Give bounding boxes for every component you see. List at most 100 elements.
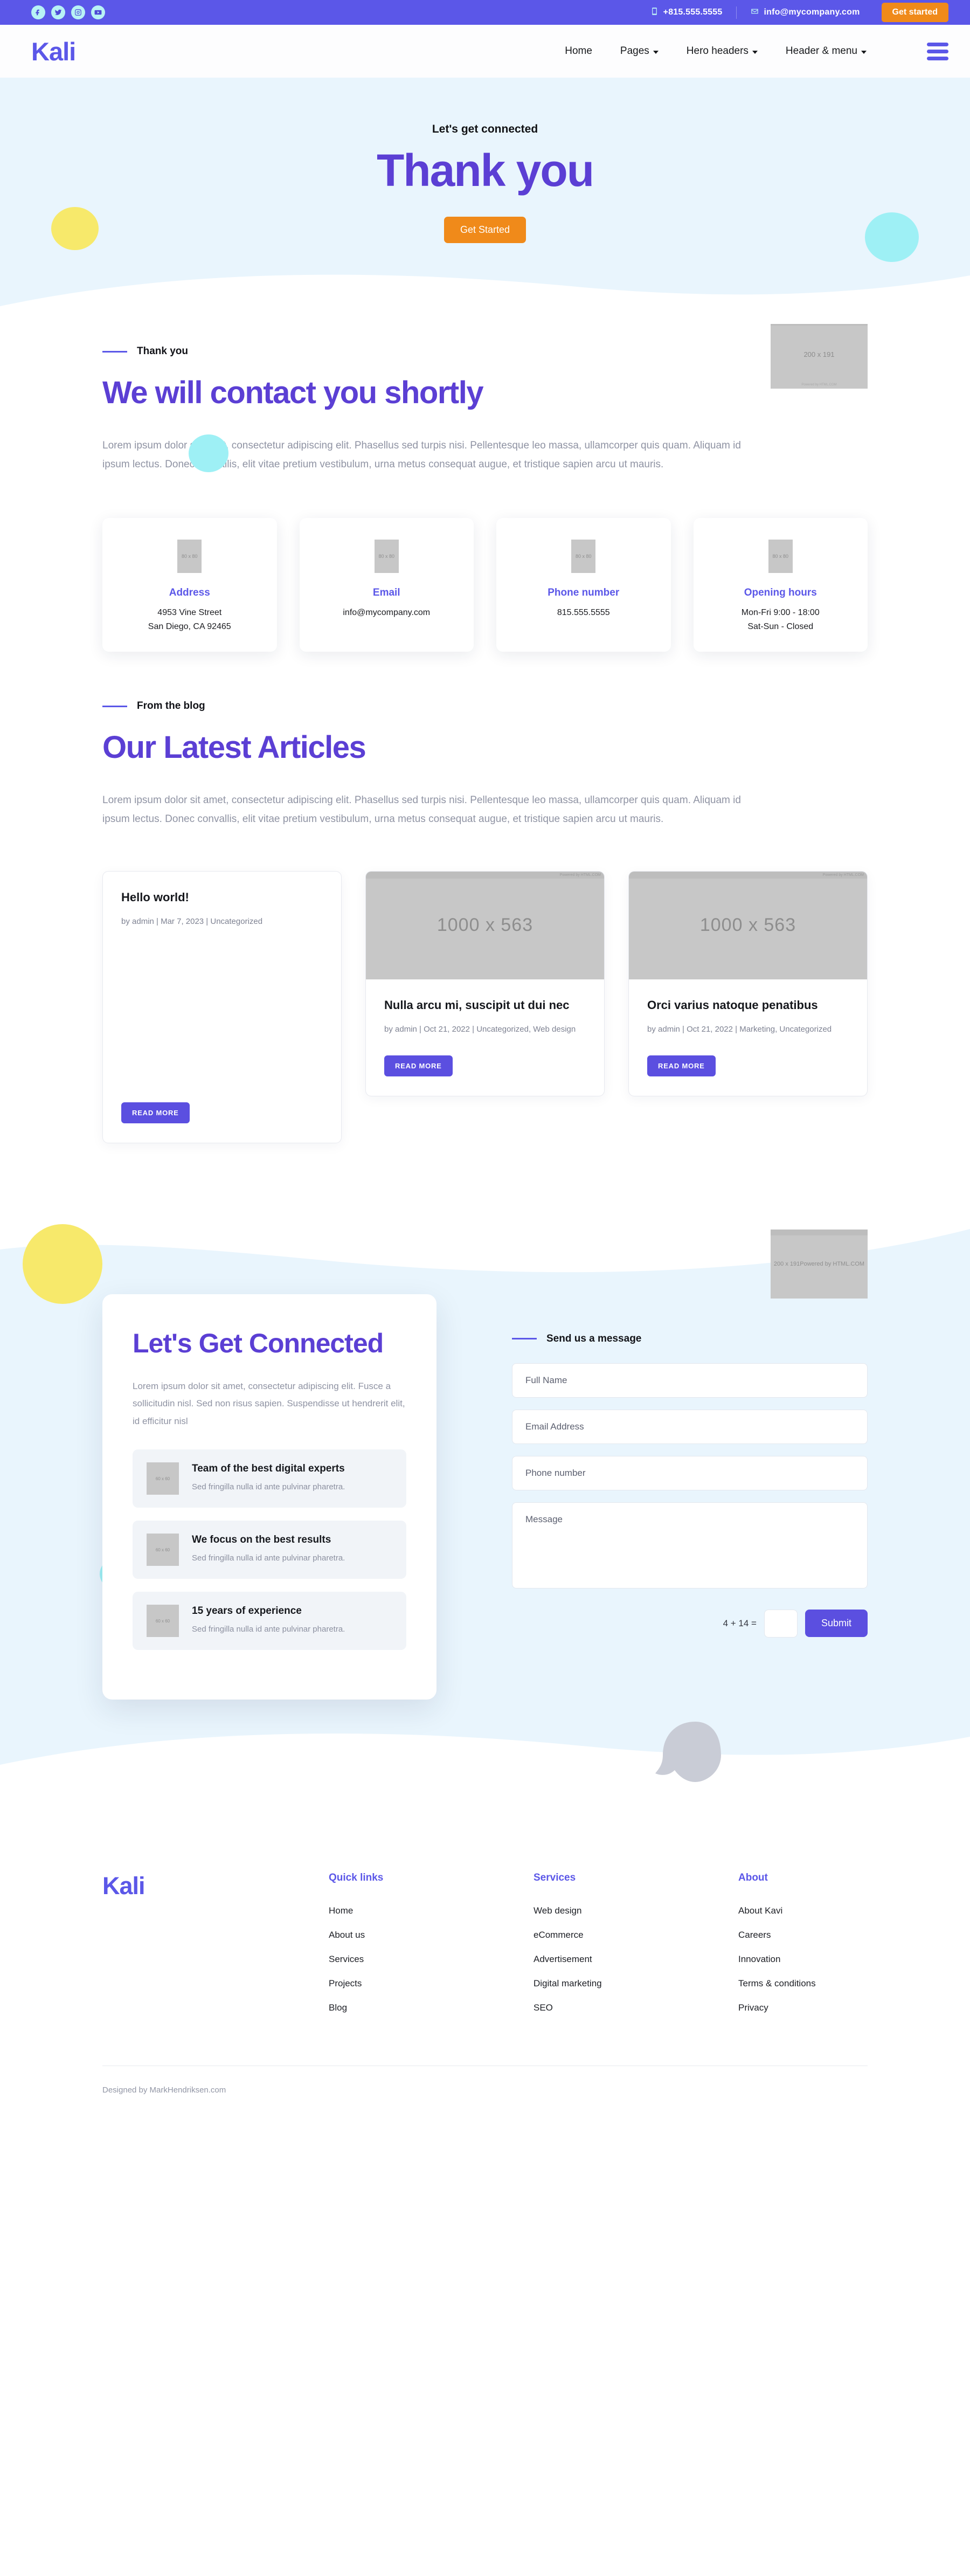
placeholder-dimensions: 200 x 191: [773, 1260, 800, 1267]
hero-kicker: Let's get connected: [432, 123, 538, 135]
read-more-button[interactable]: READ MORE: [384, 1055, 453, 1076]
footer-link[interactable]: eCommerce: [534, 1930, 738, 1940]
blog-card[interactable]: Hello world! by admin | Mar 7, 2023 | Un…: [102, 871, 342, 1143]
captcha-label: 4 + 14 =: [723, 1618, 757, 1628]
footer-link[interactable]: About Kavi: [738, 1905, 816, 1916]
info-card-line: 4953 Vine Street: [157, 608, 222, 618]
twitter-icon[interactable]: [51, 5, 65, 19]
footer-link[interactable]: Advertisement: [534, 1954, 738, 1965]
decorative-yellow-circle: [51, 207, 99, 250]
nav-item-header-menu[interactable]: Header & menu: [786, 45, 867, 57]
blog-card[interactable]: Powered by HTML.COM 1000 x 563 Nulla arc…: [365, 871, 605, 1096]
top-bar: +815.555.5555 info@mycompany.com Get sta…: [0, 0, 970, 25]
captcha-input[interactable]: [764, 1609, 798, 1638]
blog-paragraph: Lorem ipsum dolor sit amet, consectetur …: [102, 795, 741, 825]
email-address-input[interactable]: [512, 1409, 868, 1444]
blog-card-meta: by admin | Oct 21, 2022 | Marketing, Unc…: [647, 1025, 832, 1034]
hero-section: Let's get connected Thank you Get Starte…: [0, 78, 970, 324]
decorative-yellow-circle-large: [23, 1224, 102, 1304]
footer-link[interactable]: Privacy: [738, 2002, 816, 2013]
read-more-button[interactable]: READ MORE: [121, 1102, 190, 1123]
main-navigation: Kali Home Pages Hero headers Header & me…: [0, 25, 970, 78]
info-card-line: 815.555.5555: [557, 608, 610, 618]
connect-wave-bottom: [0, 1734, 970, 1803]
blog-card-meta: by admin | Oct 21, 2022 | Uncategorized,…: [384, 1025, 576, 1034]
blog-eyebrow: From the blog: [102, 700, 868, 712]
placeholder-credit: Powered by HTML.COM: [801, 383, 837, 387]
footer-column-services: Services Web design eCommerce Advertisem…: [534, 1872, 738, 2027]
placeholder-dimensions: 1000 x 563: [699, 915, 796, 936]
hamburger-icon[interactable]: [927, 42, 948, 60]
topbar-email[interactable]: info@mycompany.com: [736, 6, 874, 19]
decorative-cyan-circle-small: [189, 434, 228, 473]
decorative-cyan-circle: [865, 212, 919, 262]
contact-eyebrow: Thank you: [102, 346, 868, 357]
feature-copy: Sed fringilla nulla id ante pulvinar pha…: [192, 1482, 345, 1491]
footer-column-heading: Quick links: [329, 1872, 384, 1884]
footer-link[interactable]: Home: [329, 1905, 534, 1916]
footer-credit: Designed by MarkHendriksen.com: [102, 2085, 226, 2095]
info-card-line: info@mycompany.com: [343, 608, 431, 618]
read-more-button[interactable]: READ MORE: [647, 1055, 716, 1076]
info-card-title: Address: [169, 587, 210, 599]
rocket-doodle-icon: [30, 315, 164, 324]
footer-link[interactable]: Innovation: [738, 1954, 816, 1965]
blog-heading: Our Latest Articles: [102, 730, 366, 765]
nav-item-hero-headers[interactable]: Hero headers: [687, 45, 758, 57]
footer-link[interactable]: Terms & conditions: [738, 1978, 816, 1989]
submit-button[interactable]: Submit: [805, 1610, 868, 1638]
placeholder-bar: Powered by HTML.COM: [366, 871, 604, 879]
address-icon-placeholder: 80 x 80: [177, 540, 202, 574]
eyebrow-dash-icon: [512, 1338, 537, 1340]
phone-icon-placeholder: 80 x 80: [571, 540, 596, 574]
hero-title: Thank you: [376, 145, 594, 196]
envelope-icon: [751, 6, 759, 19]
full-name-input[interactable]: [512, 1363, 868, 1398]
connect-info-card: Let's Get Connected Lorem ipsum dolor si…: [102, 1294, 436, 1700]
instagram-icon[interactable]: [71, 5, 85, 19]
feature-icon-placeholder: 60 x 60: [147, 1605, 179, 1638]
form-eyebrow: Send us a message: [512, 1333, 868, 1345]
blog-eyebrow-label: From the blog: [137, 700, 205, 712]
nav-item-home[interactable]: Home: [565, 45, 592, 57]
footer-link[interactable]: Digital marketing: [534, 1978, 738, 1989]
footer-logo[interactable]: Kali: [102, 1872, 329, 1900]
site-logo[interactable]: Kali: [22, 37, 76, 66]
placeholder-dimensions: 60 x 60: [155, 1547, 170, 1552]
contact-info-cards: 80 x 80 Address 4953 Vine Street San Die…: [102, 518, 868, 652]
feature-copy: Sed fringilla nulla id ante pulvinar pha…: [192, 1553, 345, 1563]
placeholder-dimensions: 60 x 60: [155, 1618, 170, 1624]
feature-icon-placeholder: 60 x 60: [147, 1534, 179, 1566]
topbar-phone[interactable]: +815.555.5555: [636, 6, 737, 19]
placeholder-dimensions: 1000 x 563: [436, 915, 534, 936]
footer-column-heading: About: [738, 1872, 768, 1884]
nav-item-pages-label: Pages: [620, 45, 649, 57]
hero-get-started-button[interactable]: Get Started: [444, 217, 526, 244]
connect-card-title: Let's Get Connected: [133, 1328, 384, 1358]
footer-link[interactable]: Web design: [534, 1905, 738, 1916]
blog-card-title: Hello world!: [121, 890, 189, 904]
info-card-title: Opening hours: [744, 587, 817, 599]
message-textarea[interactable]: [512, 1502, 868, 1589]
email-icon-placeholder: 80 x 80: [374, 540, 399, 574]
get-started-topbar-button[interactable]: Get started: [881, 3, 948, 22]
feature-icon-placeholder: 60 x 60: [147, 1462, 179, 1495]
placeholder-bar: Powered by HTML.COM: [629, 871, 867, 879]
footer-link[interactable]: About us: [329, 1930, 534, 1940]
nav-item-pages[interactable]: Pages: [620, 45, 659, 57]
topbar-email-text: info@mycompany.com: [764, 8, 860, 17]
connect-section: Let's Get Connected Lorem ipsum dolor si…: [0, 1207, 970, 1803]
footer-link[interactable]: Services: [329, 1954, 534, 1965]
feature-title: We focus on the best results: [192, 1534, 331, 1546]
phone-number-input[interactable]: [512, 1455, 868, 1490]
social-links: [22, 5, 105, 19]
info-card-title: Email: [372, 587, 400, 599]
footer-link[interactable]: Projects: [329, 1978, 534, 1989]
blog-card[interactable]: Powered by HTML.COM 1000 x 563 Orci vari…: [628, 871, 868, 1096]
contact-heading: We will contact you shortly: [102, 375, 484, 411]
youtube-icon[interactable]: [91, 5, 105, 19]
footer-link[interactable]: SEO: [534, 2002, 738, 2013]
facebook-icon[interactable]: [31, 5, 45, 19]
footer-link[interactable]: Blog: [329, 2002, 534, 2013]
footer-link[interactable]: Careers: [738, 1930, 816, 1940]
